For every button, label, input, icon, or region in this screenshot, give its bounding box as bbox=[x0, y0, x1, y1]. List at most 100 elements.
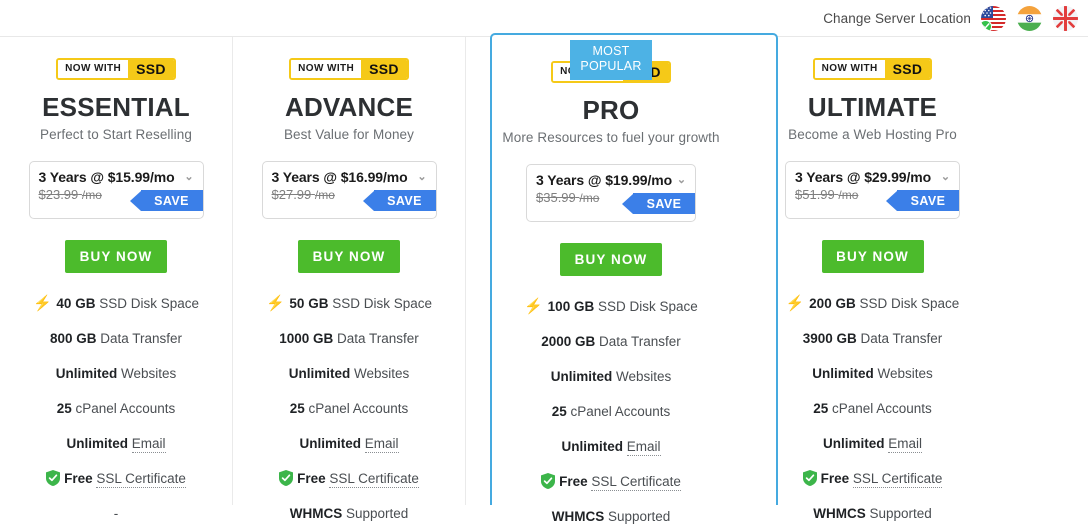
ssd-badge-wrap: NOW WITH SSD MOST POPULAR bbox=[551, 40, 671, 83]
save-badge: SAVE bbox=[633, 193, 695, 214]
feature-value: 3900 GB bbox=[802, 331, 857, 346]
buy-now-button[interactable]: BUY NOW bbox=[65, 240, 167, 273]
old-price-value: $27.99 bbox=[271, 187, 312, 202]
feature-item: ⚡ 40 GB SSD Disk Space bbox=[0, 295, 232, 313]
feature-label: - bbox=[113, 506, 119, 521]
india-flag-icon[interactable] bbox=[1017, 5, 1042, 31]
feature-item: Free SSL Certificate bbox=[233, 470, 465, 488]
feature-tooltip-term[interactable]: Email bbox=[888, 436, 923, 453]
feature-item: 1000 GB Data Transfer bbox=[233, 330, 465, 348]
feature-value: Unlimited bbox=[822, 436, 885, 451]
feature-item: Free SSL Certificate bbox=[0, 470, 232, 488]
price-term-row[interactable]: 3 Years @ $19.99/mo ⌄ bbox=[527, 165, 695, 188]
plan-title: ADVANCE bbox=[284, 92, 414, 122]
buy-now-button[interactable]: BUY NOW bbox=[821, 240, 924, 273]
ssd-badge-prefix: NOW WITH bbox=[814, 60, 885, 78]
chevron-down-icon[interactable]: ⌄ bbox=[937, 171, 950, 183]
feature-label: SSD Disk Space bbox=[859, 296, 960, 311]
ssd-badge-wrap: NOW WITH SSD bbox=[812, 58, 933, 80]
ssd-badge-wrap: NOW WITH SSD bbox=[56, 58, 176, 80]
old-price-unit: /mo bbox=[838, 188, 859, 202]
chevron-down-icon[interactable]: ⌄ bbox=[413, 171, 426, 183]
feature-item: WHMCS Supported bbox=[233, 505, 465, 523]
feature-item: Unlimited Email bbox=[233, 435, 465, 453]
price-term-row[interactable]: 3 Years @ $16.99/mo ⌄ bbox=[263, 162, 436, 185]
price-term-row[interactable]: 3 Years @ $29.99/mo ⌄ bbox=[786, 162, 959, 185]
bolt-icon: ⚡ bbox=[265, 295, 285, 312]
feature-tooltip-term[interactable]: Email bbox=[131, 436, 166, 453]
feature-value: 100 GB bbox=[547, 299, 595, 314]
feature-label: Data Transfer bbox=[337, 331, 419, 346]
feature-item: WHMCS Supported bbox=[466, 508, 756, 526]
plan-title: PRO bbox=[582, 95, 640, 125]
feature-value: Unlimited bbox=[66, 436, 128, 451]
feature-item: Unlimited Email bbox=[466, 438, 756, 456]
feature-value: WHMCS bbox=[289, 506, 343, 521]
shield-check-icon bbox=[279, 470, 294, 486]
feature-item: Free SSL Certificate bbox=[466, 473, 756, 491]
feature-label: SSD Disk Space bbox=[597, 299, 698, 314]
plan-tagline: Become a Web Hosting Pro bbox=[788, 127, 957, 142]
price-term-selector[interactable]: 3 Years @ $29.99/mo ⌄ $51.99 /mo SAVE bbox=[785, 161, 960, 219]
buy-now-button[interactable]: BUY NOW bbox=[560, 243, 662, 276]
price-term-text: 3 Years @ $16.99/mo bbox=[271, 169, 408, 185]
feature-value: WHMCS bbox=[551, 509, 605, 524]
feature-value: Free bbox=[297, 471, 326, 486]
feature-tooltip-term[interactable]: SSL Certificate bbox=[329, 471, 419, 488]
shield-check-icon bbox=[802, 470, 817, 486]
feature-value: WHMCS bbox=[813, 506, 866, 521]
feature-list: ⚡ 40 GB SSD Disk Space 800 GB Data Transf… bbox=[0, 295, 232, 523]
usa-flag-icon[interactable] bbox=[981, 5, 1006, 31]
old-price-value: $35.99 bbox=[536, 190, 576, 205]
feature-value: Unlimited bbox=[550, 369, 613, 384]
feature-value: 25 bbox=[289, 401, 305, 416]
feature-tooltip-term[interactable]: Email bbox=[364, 436, 399, 453]
feature-item: 25 cPanel Accounts bbox=[233, 400, 465, 418]
feature-tooltip-term[interactable]: SSL Certificate bbox=[591, 474, 681, 491]
price-term-selector[interactable]: 3 Years @ $16.99/mo ⌄ $27.99 /mo SAVE bbox=[261, 161, 437, 219]
feature-item: ⚡ 200 GB SSD Disk Space bbox=[756, 295, 989, 313]
feature-tooltip-term[interactable]: SSL Certificate bbox=[852, 471, 943, 488]
feature-label: Supported bbox=[345, 506, 409, 521]
plan-tagline: Best Value for Money bbox=[283, 127, 415, 142]
server-location-bar: Change Server Location bbox=[0, 0, 1088, 37]
ssd-badge-prefix: NOW WITH bbox=[58, 60, 129, 78]
price-term-row[interactable]: 3 Years @ $15.99/mo ⌄ bbox=[30, 162, 203, 185]
old-price-unit: /mo bbox=[81, 188, 102, 202]
feature-tooltip-term[interactable]: SSL Certificate bbox=[96, 471, 186, 488]
feature-value: Unlimited bbox=[55, 366, 118, 381]
feature-tooltip-term[interactable]: Email bbox=[626, 439, 661, 456]
price-term-selector[interactable]: 3 Years @ $19.99/mo ⌄ $35.99 /mo SAVE bbox=[526, 164, 696, 222]
feature-value: Unlimited bbox=[299, 436, 361, 451]
feature-item: Unlimited Websites bbox=[233, 365, 465, 383]
uk-flag-icon[interactable] bbox=[1053, 5, 1078, 31]
feature-value: 200 GB bbox=[809, 296, 856, 311]
feature-label: Websites bbox=[121, 366, 177, 381]
feature-label: cPanel Accounts bbox=[75, 401, 176, 416]
feature-label: Websites bbox=[354, 366, 410, 381]
feature-value: 2000 GB bbox=[541, 334, 596, 349]
flag-selector[interactable] bbox=[981, 5, 1078, 31]
chevron-down-icon[interactable]: ⌄ bbox=[180, 171, 193, 183]
ssd-badge-label: SSD bbox=[361, 60, 407, 78]
price-term-text: 3 Years @ $15.99/mo bbox=[38, 169, 175, 185]
bolt-icon: ⚡ bbox=[524, 298, 543, 315]
ssd-badge-wrap: NOW WITH SSD bbox=[289, 58, 409, 80]
feature-item: - bbox=[0, 505, 232, 523]
feature-value: Free bbox=[64, 471, 93, 486]
change-server-location-label: Change Server Location bbox=[823, 10, 971, 26]
feature-item: Unlimited Websites bbox=[0, 365, 232, 383]
price-term-selector[interactable]: 3 Years @ $15.99/mo ⌄ $23.99 /mo SAVE bbox=[28, 161, 204, 219]
feature-item: 3900 GB Data Transfer bbox=[756, 330, 989, 348]
bolt-icon: ⚡ bbox=[785, 295, 805, 312]
buy-now-button[interactable]: BUY NOW bbox=[298, 240, 400, 273]
feature-list: ⚡ 100 GB SSD Disk Space 2000 GB Data Tran… bbox=[466, 298, 756, 526]
feature-label: cPanel Accounts bbox=[570, 404, 671, 419]
feature-label: SSD Disk Space bbox=[332, 296, 433, 311]
ssd-badge: NOW WITH SSD bbox=[812, 58, 933, 80]
ssd-badge-label: SSD bbox=[128, 60, 174, 78]
chevron-down-icon[interactable]: ⌄ bbox=[673, 174, 686, 186]
plan-card-advance: NOW WITH SSD ADVANCE Best Value for Mone… bbox=[233, 37, 466, 521]
old-price-value: $23.99 bbox=[38, 187, 79, 202]
feature-value: Unlimited bbox=[561, 439, 623, 454]
